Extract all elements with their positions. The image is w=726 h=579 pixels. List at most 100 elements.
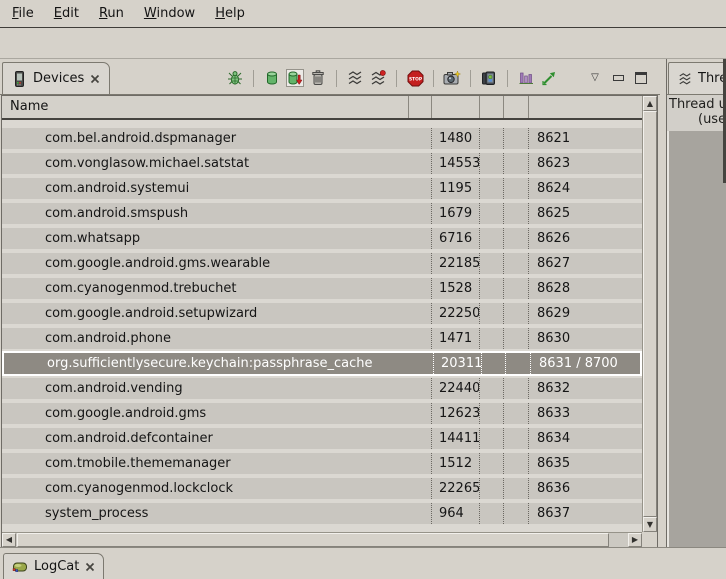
process-pid: 22185: [432, 253, 480, 274]
scroll-right-arrow[interactable]: ▶: [628, 533, 642, 547]
heap-indicator-cell: [480, 328, 504, 349]
threads-message-line1: Thread updates not enabled for selected …: [667, 95, 726, 112]
svg-text:STOP: STOP: [408, 76, 422, 82]
green-cylinder-icon[interactable]: [263, 69, 281, 87]
camera-icon[interactable]: [443, 69, 461, 87]
menu-edit[interactable]: Edit: [44, 6, 89, 21]
process-name: com.cyanogenmod.lockclock: [2, 478, 432, 499]
process-port: 8628: [529, 278, 642, 299]
close-icon[interactable]: [90, 74, 100, 84]
column-header-blank[interactable]: [480, 96, 504, 118]
thread-indicator-cell: [504, 303, 529, 324]
scroll-up-arrow[interactable]: ▲: [643, 96, 657, 111]
table-row[interactable]: com.android.phone 1471 8630: [2, 328, 642, 349]
empty-toolbar-strip: [0, 29, 726, 58]
table-row[interactable]: com.cyanogenmod.lockclock 22265 8636: [2, 478, 642, 499]
trash-icon[interactable]: [309, 69, 327, 87]
thread-indicator-cell: [504, 503, 529, 524]
menu-help[interactable]: Help: [205, 6, 255, 21]
table-row[interactable]: com.google.android.gms.wearable 22185 86…: [2, 253, 642, 274]
table-row[interactable]: com.android.smspush 1679 8625: [2, 203, 642, 224]
menu-window[interactable]: Window: [134, 6, 205, 21]
table-row[interactable]: com.tmobile.thememanager 1512 8635: [2, 453, 642, 474]
toolbar-separator: [396, 70, 397, 87]
process-pid: 14411: [432, 428, 480, 449]
vertical-scroll-thumb[interactable]: [643, 111, 657, 517]
phone-device-icon: [12, 71, 27, 87]
table-row[interactable]: com.android.systemui 1195 8624: [2, 178, 642, 199]
column-header-name[interactable]: Name: [2, 96, 409, 118]
process-port: 8632: [529, 378, 642, 399]
column-header-blank[interactable]: [529, 96, 642, 118]
table-row[interactable]: com.google.android.gms 12623 8633: [2, 403, 642, 424]
bug-icon[interactable]: [226, 69, 244, 87]
process-port: 8636: [529, 478, 642, 499]
close-icon[interactable]: [85, 562, 95, 572]
table-row[interactable]: com.android.vending 22440 8632: [2, 378, 642, 399]
vertical-scrollbar[interactable]: ▲ ▼: [642, 96, 657, 532]
threads-zigzag-icon[interactable]: [346, 69, 364, 87]
menu-file[interactable]: File: [2, 6, 44, 21]
thread-indicator-cell: [504, 178, 529, 199]
heap-indicator-cell: [480, 478, 504, 499]
heap-indicator-cell: [480, 403, 504, 424]
table-row[interactable]: com.whatsapp 6716 8626: [2, 228, 642, 249]
scroll-left-arrow[interactable]: ◀: [2, 533, 16, 547]
column-header-blank[interactable]: [409, 96, 432, 118]
table-row[interactable]: com.android.defcontainer 14411 8634: [2, 428, 642, 449]
thread-indicator-cell: [506, 353, 531, 374]
table-row[interactable]: com.vonglasow.michael.satstat 14553 8623: [2, 153, 642, 174]
devices-view: Devices: [0, 59, 660, 548]
table-row[interactable]: com.google.android.setupwizard 22250 862…: [2, 303, 642, 324]
process-pid: 1679: [432, 203, 480, 224]
table-row[interactable]: com.cyanogenmod.trebuchet 1528 8628: [2, 278, 642, 299]
process-port: 8635: [529, 453, 642, 474]
threads-empty-area: [667, 131, 726, 548]
thread-indicator-cell: [504, 328, 529, 349]
thread-indicator-cell: [504, 378, 529, 399]
table-row[interactable]: org.sufficientlysecure.keychain:passphra…: [2, 351, 642, 376]
tab-devices-label: Devices: [33, 71, 84, 86]
process-name: com.google.android.gms.wearable: [2, 253, 432, 274]
toolbar-separator: [470, 70, 471, 87]
process-name: system_process: [2, 503, 432, 524]
tab-devices[interactable]: Devices: [2, 62, 110, 94]
table-row[interactable]: com.bel.android.dspmanager 1480 8621: [2, 128, 642, 149]
scroll-down-arrow[interactable]: ▼: [643, 517, 657, 532]
tab-logcat-label: LogCat: [34, 559, 79, 574]
heap-indicator-cell: [480, 428, 504, 449]
phone-screen-icon[interactable]: [480, 69, 498, 87]
tab-logcat[interactable]: LogCat: [3, 553, 104, 579]
thread-indicator-cell: [504, 253, 529, 274]
threads-zigzag-icon: [678, 72, 692, 86]
process-pid: 12623: [432, 403, 480, 424]
thread-indicator-cell: [504, 453, 529, 474]
process-name: com.android.phone: [2, 328, 432, 349]
process-port: 8637: [529, 503, 642, 524]
heap-indicator-cell: [480, 378, 504, 399]
process-pid: 1480: [432, 128, 480, 149]
process-pid: 22440: [432, 378, 480, 399]
tab-threads[interactable]: Threads: [668, 62, 726, 94]
green-cylinder-red-arrow-icon[interactable]: [286, 69, 304, 87]
menu-run[interactable]: Run: [89, 6, 134, 21]
table-row[interactable]: system_process 964 8637: [2, 503, 642, 524]
horizontal-scroll-thumb[interactable]: [17, 533, 609, 547]
thread-indicator-cell: [504, 228, 529, 249]
threads-view: Threads Thread updates not enabled for s…: [666, 59, 726, 548]
minimize-icon[interactable]: [609, 69, 627, 87]
green-arrow-icon[interactable]: [540, 69, 558, 87]
threads-zigzag-red-dot-icon[interactable]: [369, 69, 387, 87]
thread-indicator-cell: [504, 478, 529, 499]
purple-bars-icon[interactable]: [517, 69, 535, 87]
stop-sign-icon[interactable]: STOP: [406, 69, 424, 87]
column-header-blank[interactable]: [504, 96, 529, 118]
horizontal-scrollbar[interactable]: ◀ ▶: [2, 532, 642, 547]
process-name: com.android.systemui: [2, 178, 432, 199]
heap-indicator-cell: [480, 153, 504, 174]
column-header-blank[interactable]: [432, 96, 480, 118]
maximize-icon[interactable]: [632, 69, 650, 87]
process-port: 8621: [529, 128, 642, 149]
eclipse-ddms-window: File Edit Run Window Help: [0, 0, 726, 577]
view-menu-chevron-icon[interactable]: ▽: [586, 69, 604, 87]
